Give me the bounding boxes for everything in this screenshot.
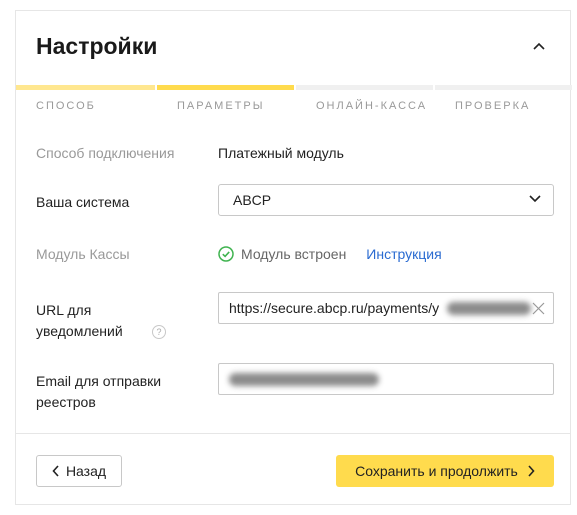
url-label-text: URL для уведомлений	[36, 302, 123, 339]
step-label: Проверка	[455, 100, 531, 112]
step-bar	[16, 85, 155, 90]
collapse-button[interactable]	[528, 35, 550, 57]
connection-value: Платежный модуль	[218, 145, 344, 161]
chevron-right-icon	[528, 465, 535, 477]
step-label: Параметры	[177, 100, 265, 112]
save-continue-button[interactable]: Сохранить и продолжить	[336, 455, 554, 487]
step-check[interactable]: Проверка	[435, 85, 572, 115]
email-field[interactable]	[218, 363, 554, 395]
system-select-value: ABCP	[233, 192, 272, 208]
chevron-left-icon	[52, 465, 59, 477]
page-title: Настройки	[36, 33, 158, 59]
module-status-text: Модуль встроен	[241, 246, 347, 262]
instruction-link[interactable]: Инструкция	[366, 246, 441, 262]
redacted-overlay	[229, 373, 379, 386]
step-bar	[157, 85, 294, 90]
step-parameters[interactable]: Параметры	[157, 85, 294, 115]
back-button-label: Назад	[65, 463, 107, 479]
back-button[interactable]: Назад	[36, 455, 122, 487]
system-label: Ваша система	[36, 194, 130, 210]
help-icon[interactable]: ?	[152, 325, 166, 339]
step-bar	[296, 85, 433, 90]
module-label: Модуль Кассы	[36, 246, 130, 262]
redacted-overlay	[447, 302, 531, 315]
progress-steps: Способ Параметры Онлайн-касса Проверка	[16, 85, 572, 115]
step-online-cashbox[interactable]: Онлайн-касса	[296, 85, 433, 115]
settings-header[interactable]: Настройки	[16, 11, 570, 85]
step-label: Онлайн-касса	[316, 100, 428, 112]
close-icon[interactable]	[532, 302, 545, 315]
connection-label: Способ подключения	[36, 145, 175, 161]
system-select[interactable]: ABCP	[218, 184, 554, 216]
chevron-down-icon	[529, 195, 541, 203]
chevron-up-icon	[533, 42, 545, 50]
url-field[interactable]	[218, 292, 554, 324]
step-method[interactable]: Способ	[16, 85, 155, 115]
footer-divider	[16, 433, 570, 434]
check-circle-icon	[218, 246, 234, 262]
step-label: Способ	[36, 100, 96, 112]
url-label: URL для уведомлений?	[36, 300, 166, 342]
email-label: Email для отправки реестров	[36, 373, 162, 410]
save-button-label: Сохранить и продолжить	[355, 463, 518, 479]
module-status: Модуль встроен Инструкция	[218, 246, 442, 262]
step-bar	[435, 85, 572, 90]
settings-card: Настройки Способ Параметры Онлайн-касса …	[15, 10, 572, 505]
